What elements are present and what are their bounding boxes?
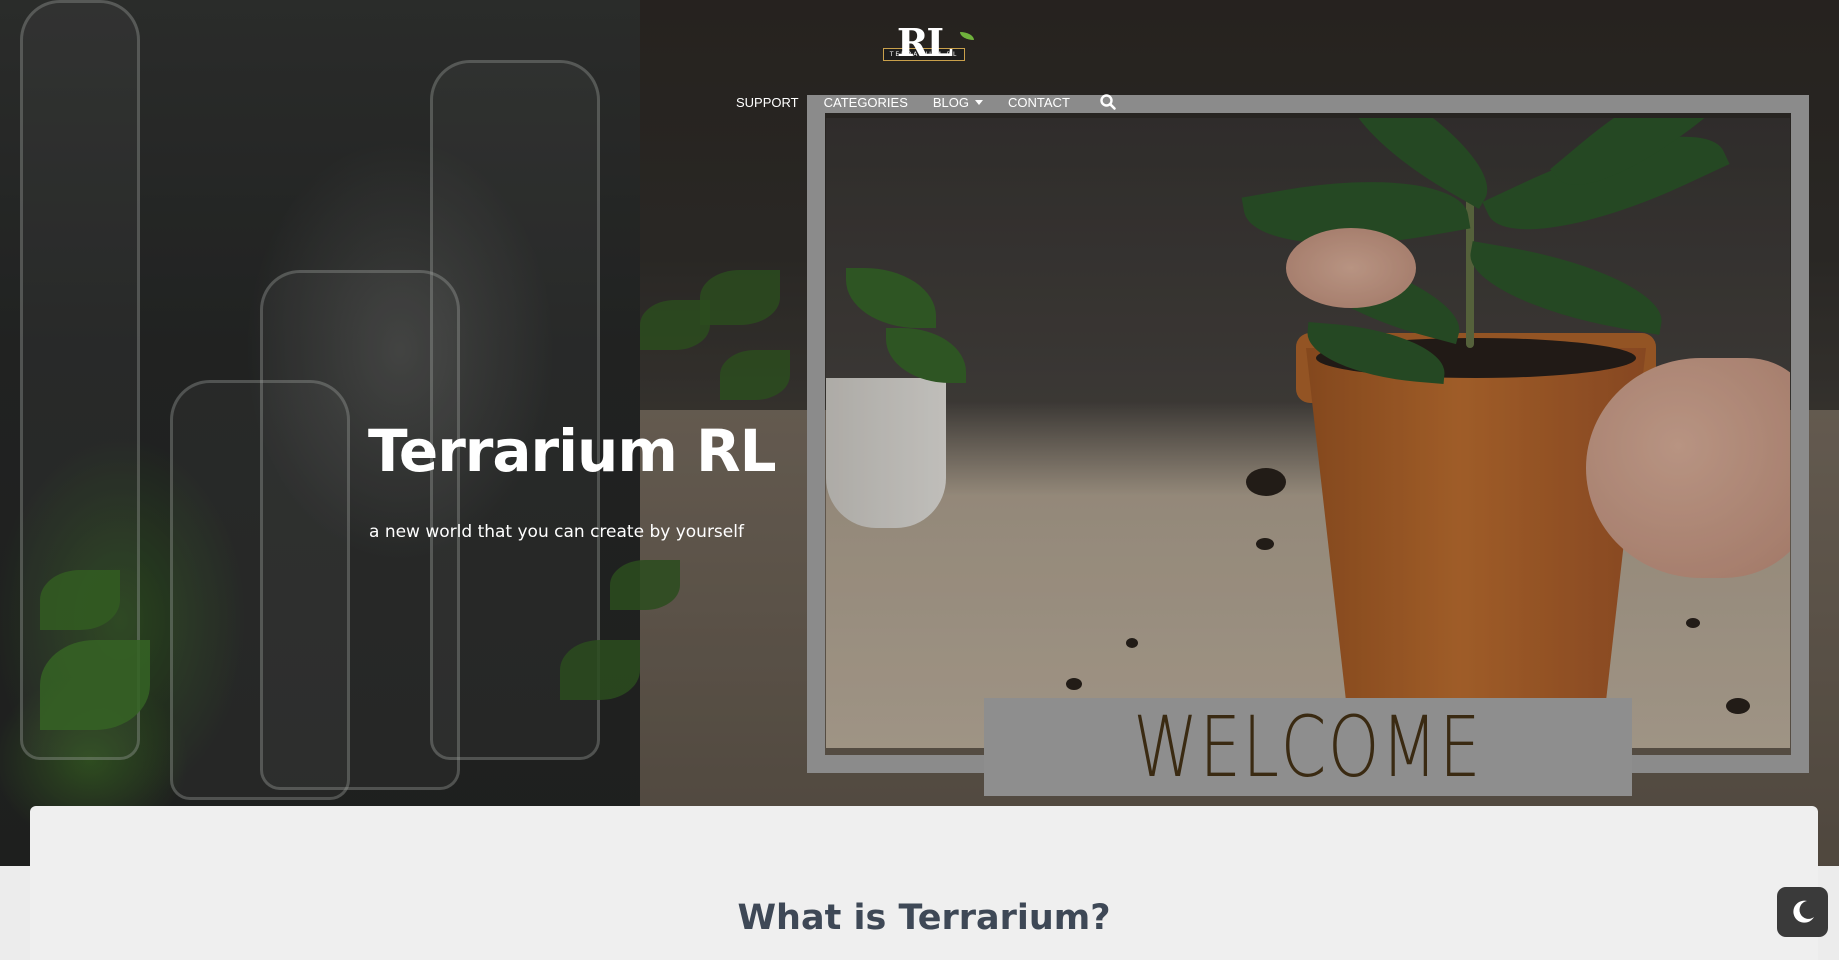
section-heading: What is Terrarium? <box>737 898 1111 938</box>
hero-title: Terrarium RL <box>368 417 777 485</box>
nav-item-support[interactable]: SUPPORT <box>736 95 799 110</box>
caret-down-icon <box>975 99 984 105</box>
logo-monogram: RL <box>896 20 953 65</box>
content-card: What is Terrarium? <box>30 806 1818 960</box>
hero-subtitle: a new world that you can create by yours… <box>369 522 744 542</box>
nav-label: SUPPORT <box>736 94 799 110</box>
nav-label: BLOG <box>932 94 970 110</box>
main-navigation: SUPPORT CATEGORIES BLOG CONTACT <box>736 92 1117 112</box>
hero-section: WELCOME <box>0 0 1839 866</box>
nav-label: CONTACT <box>1008 94 1070 110</box>
site-logo[interactable]: RL TERRARIUM RL <box>868 24 980 80</box>
welcome-sign: WELCOME <box>984 698 1632 796</box>
leaf-icon <box>960 32 974 40</box>
nav-label: CATEGORIES <box>823 94 908 110</box>
search-icon[interactable] <box>1099 93 1117 111</box>
dark-mode-toggle[interactable] <box>1777 887 1828 937</box>
photo-frame <box>807 95 1809 773</box>
moon-icon <box>1792 900 1814 923</box>
welcome-text: WELCOME <box>1133 698 1483 796</box>
nav-item-contact[interactable]: CONTACT <box>1008 95 1070 110</box>
nav-item-categories[interactable]: CATEGORIES <box>824 95 908 110</box>
nav-item-blog[interactable]: BLOG <box>932 94 984 110</box>
